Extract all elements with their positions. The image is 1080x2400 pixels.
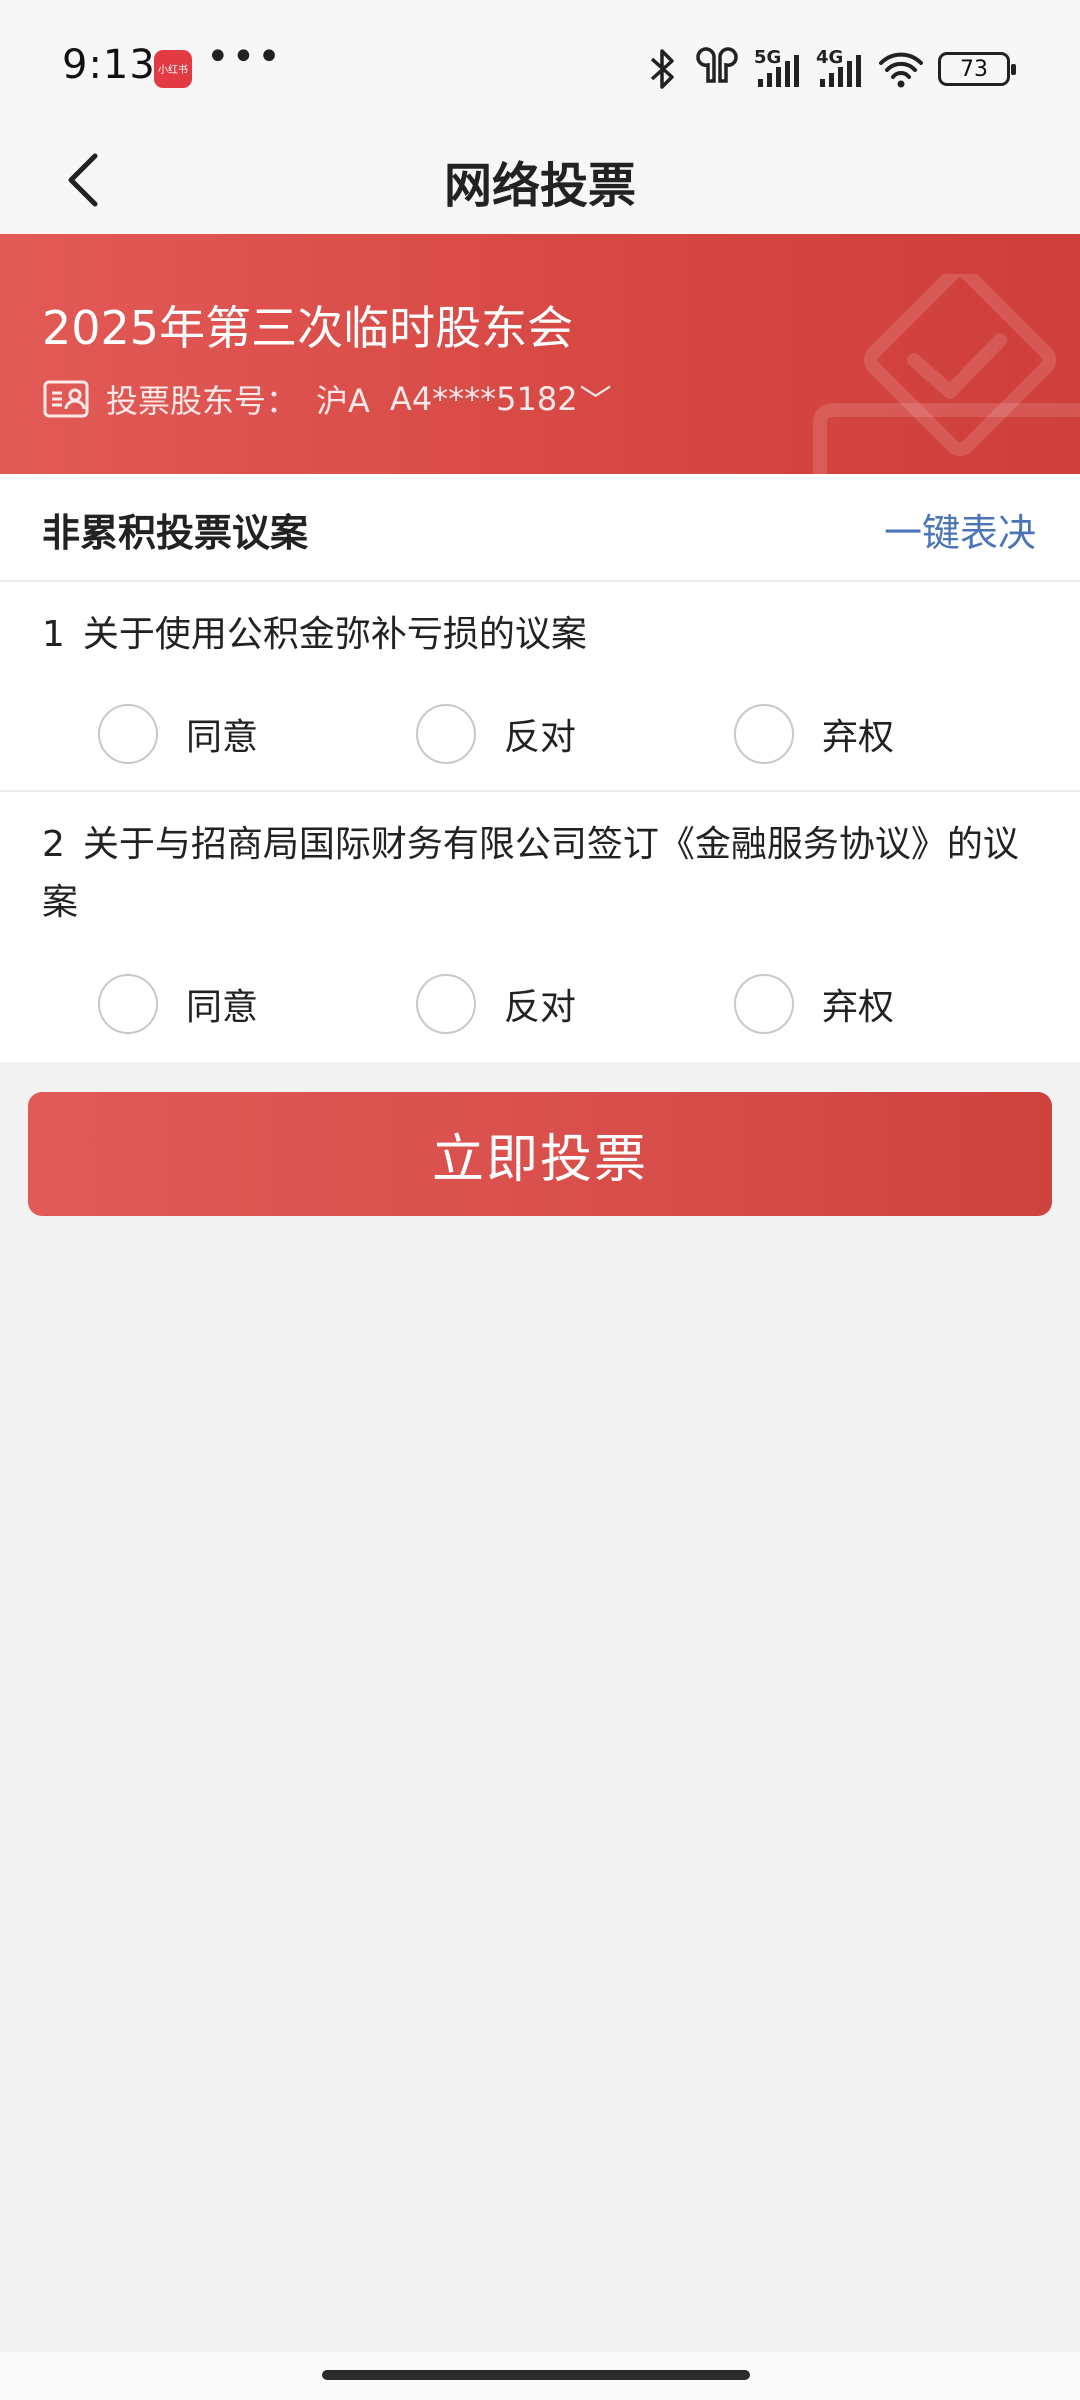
bluetooth-icon: [650, 49, 674, 89]
chevron-down-icon: ﹀: [579, 382, 612, 420]
battery-icon: 73: [938, 52, 1016, 86]
radio-button[interactable]: [416, 704, 476, 764]
option-label: 同意: [186, 717, 259, 758]
radio-button[interactable]: [734, 974, 794, 1034]
status-icons: 5G 4G 73: [646, 46, 1016, 92]
proposal-title: 关于与招商局国际财务有限公司签订《金融服务协议》的议案: [42, 824, 1019, 923]
status-time: 9:13: [62, 42, 156, 88]
option-abstain[interactable]: 弃权: [734, 704, 894, 764]
option-agree[interactable]: 同意: [98, 974, 258, 1034]
ballot-check-icon: [813, 274, 1080, 474]
option-label: 同意: [186, 987, 259, 1028]
option-oppose[interactable]: 反对: [416, 704, 576, 764]
one-click-vote-link[interactable]: 一键表决: [884, 502, 1036, 557]
option-abstain[interactable]: 弃权: [734, 974, 894, 1034]
section-header: 非累积投票议案 一键表决: [0, 474, 1080, 582]
proposal-number: 1: [42, 614, 65, 655]
battery-level: 73: [960, 57, 988, 82]
proposal-item: 1 关于使用公积金弥补亏损的议案 同意 反对 弃权: [0, 582, 1080, 792]
vote-options: 同意 反对 弃权: [0, 964, 1080, 1044]
proposal-item: 2 关于与招商局国际财务有限公司签订《金融服务协议》的议案 同意 反对 弃权: [0, 792, 1080, 1062]
vote-options: 同意 反对 弃权: [0, 694, 1080, 774]
proposal-text: 1 关于使用公积金弥补亏损的议案: [42, 606, 1042, 664]
status-bar: 9:13 小红书 ••• 5G 4G 73: [0, 0, 1080, 130]
page-title: 网络投票: [443, 158, 636, 214]
option-agree[interactable]: 同意: [98, 704, 258, 764]
id-card-icon: [43, 380, 89, 418]
proposal-number: 2: [42, 824, 65, 865]
proposal-text: 2 关于与招商局国际财务有限公司签订《金融服务协议》的议案: [42, 816, 1042, 932]
section-title: 非累积投票议案: [42, 511, 309, 555]
signal-5g-icon: 5G: [754, 47, 802, 91]
option-oppose[interactable]: 反对: [416, 974, 576, 1034]
option-label: 弃权: [822, 987, 895, 1028]
market-prefix: 沪A: [316, 382, 370, 420]
signal-4g-icon: 4G: [816, 47, 864, 91]
app-badge-label: 小红书: [158, 65, 188, 76]
app-notification-icon: 小红书: [154, 50, 192, 88]
option-label: 弃权: [822, 717, 895, 758]
shareholder-account-selector[interactable]: 投票股东号： 沪A A4****5182 ﹀: [42, 374, 612, 424]
radio-button[interactable]: [98, 974, 158, 1034]
radio-button[interactable]: [734, 704, 794, 764]
submit-vote-button[interactable]: 立即投票: [28, 1092, 1052, 1216]
option-label: 反对: [504, 987, 577, 1028]
radio-button[interactable]: [98, 704, 158, 764]
meeting-title: 2025年第三次临时股东会: [42, 301, 574, 355]
proposal-title: 关于使用公积金弥补亏损的议案: [82, 614, 587, 655]
nav-bar: 网络投票: [0, 130, 1080, 234]
more-notifications-icon: •••: [206, 34, 283, 80]
holder-label: 投票股东号：: [106, 382, 299, 420]
home-indicator[interactable]: [322, 2370, 750, 2380]
earbuds-icon: [696, 47, 738, 83]
holder-number: A4****5182: [389, 380, 578, 418]
option-label: 反对: [504, 717, 577, 758]
meeting-banner: 2025年第三次临时股东会 投票股东号： 沪A A4****5182 ﹀: [0, 234, 1080, 474]
radio-button[interactable]: [416, 974, 476, 1034]
wifi-icon: [879, 52, 923, 88]
